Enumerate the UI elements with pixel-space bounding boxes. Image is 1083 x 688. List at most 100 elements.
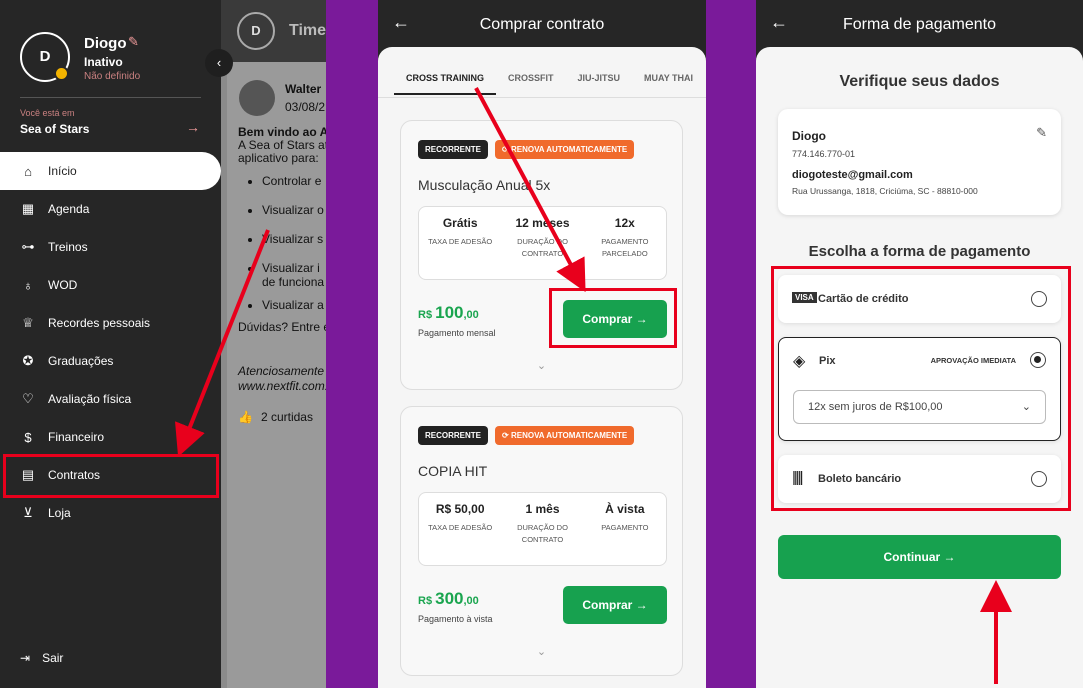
post-bullet: Controlar e <box>262 175 326 188</box>
duration-label: DURAÇÃO DO CONTRATO <box>517 237 568 258</box>
header: ← Forma de pagamento <box>756 0 1083 48</box>
tab-jiu-jitsu[interactable]: JIU-JITSU <box>566 73 633 95</box>
sidebar-item-agenda[interactable]: ▦ Agenda <box>0 190 221 228</box>
chevron-down-icon[interactable]: ⌄ <box>401 359 682 372</box>
post-bullet: Visualizar o <box>262 204 326 217</box>
recurring-badge: RECORRENTE <box>418 140 489 159</box>
fee-label: TAXA DE ADESÃO <box>428 523 493 532</box>
user-name: Diogo <box>84 35 127 52</box>
user-status: Inativo <box>84 55 123 69</box>
sidebar-item-gradua-es[interactable]: ✪ Graduações <box>0 342 221 380</box>
sidebar-item-treinos[interactable]: ⊶ Treinos <box>0 228 221 266</box>
fee-col: R$ 50,00 TAXA DE ADESÃO <box>419 493 501 565</box>
renew-icon: ⟳ <box>502 431 511 440</box>
signoff-site: www.nextfit.com.b <box>238 379 326 393</box>
header: ← Comprar contrato <box>378 0 706 48</box>
plan-info: Grátis TAXA DE ADESÃO 12 meses DURAÇÃO DO … <box>418 206 667 280</box>
cents: ,00 <box>463 595 479 607</box>
cart-icon: ⊻ <box>23 505 33 520</box>
tab-muay-thai[interactable]: MUAY THAI <box>632 73 705 95</box>
sidebar-item-loja[interactable]: ⊻ Loja <box>0 494 221 532</box>
page-title: Comprar contrato <box>479 16 605 33</box>
customer-document: 774.146.770-01 <box>792 149 856 159</box>
tab-cross-training[interactable]: CROSS TRAINING <box>394 73 497 95</box>
payment-label: PAGAMENTO PARCELADO <box>601 237 649 258</box>
trophy-icon: ♕ <box>22 315 34 330</box>
sidebar-item-avalia-o-f-sica[interactable]: ♡ Avaliação física <box>0 380 221 418</box>
heart-pulse-icon: ♡ <box>22 391 34 406</box>
badges: RECORRENTE ⟳ RENOVA AUTOMATICAMENTE <box>418 426 635 445</box>
price: R$ 300,00 <box>418 589 479 609</box>
amount: 300 <box>435 589 464 608</box>
timeline-post: Walter 03/08/2 Bem vindo ao Api A Sea of… <box>227 62 326 688</box>
post-author: Walter <box>285 82 322 96</box>
sidebar-item-recordes-pessoais[interactable]: ♕ Recordes pessoais <box>0 304 221 342</box>
thumbs-up-icon[interactable]: 👍 <box>238 410 253 424</box>
post-body: Bem vindo ao Api A Sea of Stars atr apli… <box>238 126 326 312</box>
payment-label: PAGAMENTO <box>601 523 649 532</box>
customer-name: Diogo <box>792 129 826 143</box>
chevron-down-icon[interactable]: ⌄ <box>401 645 682 658</box>
user-data-card: Diogo 774.146.770-01 diogoteste@gmail.co… <box>778 109 1061 215</box>
post-date: 03/08/2 <box>285 100 326 114</box>
fee-value: Grátis <box>442 216 478 230</box>
post-signoff: Atenciosamente www.nextfit.com.b <box>238 364 326 394</box>
recurring-badge: RECORRENTE <box>418 426 489 445</box>
logout-button[interactable]: ⇥ Sair <box>20 651 63 665</box>
price-caption: Pagamento mensal <box>418 328 496 338</box>
fee-value: R$ 50,00 <box>435 502 485 516</box>
continue-button[interactable]: Continuar → <box>778 535 1061 579</box>
user-status-detail: Não definido <box>84 71 141 82</box>
customer-email: diogoteste@gmail.com <box>792 169 913 181</box>
duration-value: 1 mês <box>525 502 560 516</box>
tab-crossfit[interactable]: CROSSFIT <box>496 73 566 95</box>
arrow-right-icon[interactable]: → <box>186 119 200 135</box>
duration-col: 12 meses DURAÇÃO DO CONTRATO <box>501 207 583 279</box>
status-badge <box>54 66 69 81</box>
timeline-avatar[interactable]: D <box>237 12 275 50</box>
location-name[interactable]: Sea of Stars <box>20 122 89 136</box>
sidebar-item-financeiro[interactable]: $ Financeiro <box>0 418 221 456</box>
cents: ,00 <box>463 309 479 321</box>
auto-renew-badge: ⟳ RENOVA AUTOMATICAMENTE <box>495 426 635 445</box>
plan-name: COPIA HIT <box>418 463 488 479</box>
post-likes[interactable]: 👍 2 curtidas <box>238 410 313 424</box>
sidebar-item-label: Agenda <box>48 202 90 216</box>
edit-icon[interactable]: ✎ <box>1036 125 1047 141</box>
auto-renew-label: RENOVA AUTOMATICAMENTE <box>510 431 628 440</box>
fee-col: Grátis TAXA DE ADESÃO <box>419 207 501 279</box>
plan-info: R$ 50,00 TAXA DE ADESÃO 1 mês DURAÇÃO DO C… <box>418 492 667 566</box>
price: R$ 100,00 <box>418 303 479 323</box>
sidebar-item-label: Avaliação física <box>48 392 132 406</box>
sidebar-item-label: Financeiro <box>48 430 105 444</box>
customer-address: Rua Urussanga, 1818, Criciúma, SC - 8881… <box>792 186 978 196</box>
sidebar-item-in-cio[interactable]: ⌂ Início <box>0 152 221 190</box>
payment-value: À vista <box>605 502 645 516</box>
sidebar-item-wod[interactable]: ♁ WOD <box>0 266 221 304</box>
menu-screen: D Timel Walter 03/08/2 Bem vindo ao Api … <box>0 0 326 688</box>
sidebar-item-label: Recordes pessoais <box>48 316 151 330</box>
likes-count: 2 curtidas <box>260 410 313 424</box>
modality-tabs: CROSS TRAINING CROSSFIT JIU-JITSU MUAY T… <box>394 73 705 95</box>
auto-renew-badge: ⟳ RENOVA AUTOMATICAMENTE <box>495 140 635 159</box>
price-caption: Pagamento à vista <box>418 614 493 624</box>
edit-icon[interactable]: ✎ <box>128 34 142 49</box>
sidebar-item-label: WOD <box>48 278 78 292</box>
duration-col: 1 mês DURAÇÃO DO CONTRATO <box>501 493 583 565</box>
signoff-text: Atenciosamente <box>238 364 325 378</box>
timeline-header: D Timel <box>221 0 326 62</box>
post-bullet: de funciona <box>262 275 325 289</box>
tabs-divider <box>378 97 706 98</box>
divider <box>20 97 201 98</box>
collapse-menu-button[interactable]: ‹ <box>205 49 233 77</box>
verify-heading: Verifique seus dados <box>839 73 1000 90</box>
renew-icon: ⟳ <box>502 145 511 154</box>
sidebar-item-label: Início <box>48 164 77 178</box>
author-photo <box>239 80 275 116</box>
calendar-icon: ▦ <box>21 201 35 216</box>
dumbbell-icon: ⊶ <box>21 239 35 254</box>
buy-button[interactable]: Comprar → <box>563 586 667 624</box>
amount: 100 <box>435 303 464 322</box>
currency: R$ <box>418 595 433 607</box>
highlight-payment-options <box>771 266 1071 511</box>
